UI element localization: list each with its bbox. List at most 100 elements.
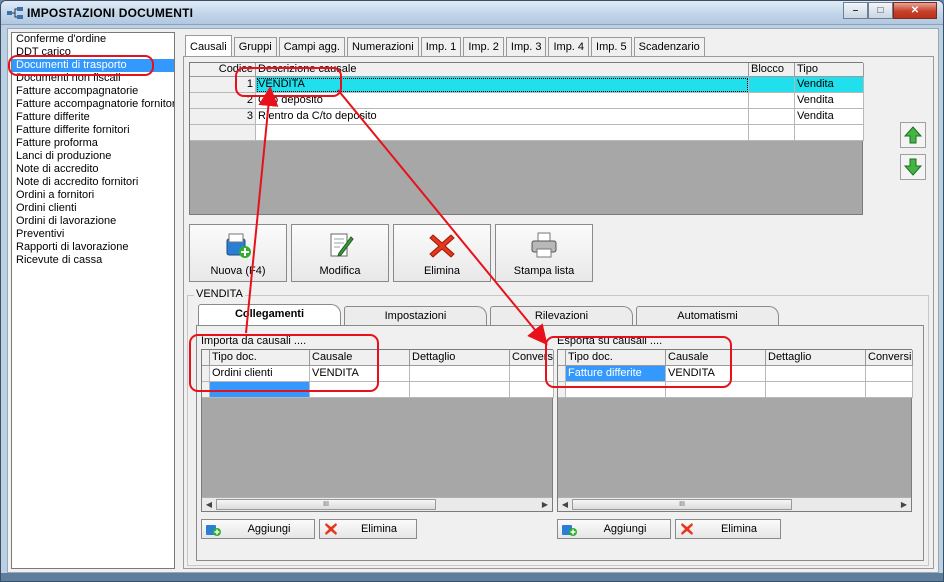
add-icon xyxy=(206,525,221,536)
sidebar-item[interactable]: Fatture accompagnatorie xyxy=(12,85,174,98)
tab-imp-1[interactable]: Imp. 1 xyxy=(420,37,462,56)
column-header-tipo[interactable]: Tipo xyxy=(795,63,864,77)
tab-scadenzario[interactable]: Scadenzario xyxy=(633,37,705,56)
edit-document-icon xyxy=(330,233,354,257)
tab-imp-4[interactable]: Imp. 4 xyxy=(548,37,590,56)
causali-toolbar: Nuova (F4) Modifica Elimina Stampa lista xyxy=(189,224,597,284)
column-header-conversione[interactable]: Conversi xyxy=(866,350,913,366)
importa-elimina-button[interactable]: Elimina xyxy=(319,519,417,539)
sidebar-item[interactable]: Lanci di produzione xyxy=(12,150,174,163)
elimina-label: Elimina xyxy=(360,523,398,535)
column-header-dettaglio[interactable]: Dettaglio xyxy=(410,350,510,366)
tab-campi-agg[interactable]: Campi agg. xyxy=(278,37,345,56)
title-bar[interactable]: IMPOSTAZIONI DOCUMENTI – □ ✕ xyxy=(1,1,943,25)
cell-blocco[interactable] xyxy=(749,109,795,125)
cell-codice[interactable]: 3 xyxy=(190,109,256,125)
tab-causali[interactable]: Causali xyxy=(185,35,232,56)
scroll-left-icon[interactable]: ◀ xyxy=(558,498,572,511)
printer-icon xyxy=(531,232,557,258)
tab-impostazioni[interactable]: Impostazioni xyxy=(344,306,487,325)
sidebar-item[interactable]: Fatture accompagnatorie fornitori xyxy=(12,98,174,111)
sidebar-item[interactable]: Ordini di lavorazione xyxy=(12,215,174,228)
cell-descrizione[interactable]: Rientro da C/to deposito xyxy=(256,109,749,125)
document-type-list[interactable]: Conferme d'ordine DDT carico Documenti di … xyxy=(11,32,175,569)
tab-imp-2[interactable]: Imp. 2 xyxy=(463,37,504,56)
elimina-label: Elimina xyxy=(720,523,758,535)
annotation-box-importa xyxy=(189,334,379,392)
nuova-label: Nuova (F4) xyxy=(210,265,266,277)
tab-collegamenti[interactable]: Collegamenti xyxy=(198,304,341,325)
window-title: IMPOSTAZIONI DOCUMENTI xyxy=(27,6,194,20)
new-document-icon xyxy=(226,233,251,258)
sidebar-item[interactable]: Note di accredito xyxy=(12,163,174,176)
elimina-label: Elimina xyxy=(423,265,461,277)
sidebar-item[interactable]: Ordini clienti xyxy=(12,202,174,215)
sidebar-item[interactable]: Ricevute di cassa xyxy=(12,254,174,267)
aggiungi-label: Aggiungi xyxy=(603,523,647,535)
tab-rilevazioni[interactable]: Rilevazioni xyxy=(490,306,633,325)
cell-codice[interactable] xyxy=(190,125,256,141)
importa-horizontal-scrollbar[interactable]: ◀ III ▶ xyxy=(202,497,552,511)
cell-dettaglio[interactable] xyxy=(410,382,510,398)
annotation-box-vendita xyxy=(235,67,342,97)
sidebar-item[interactable]: Conferme d'ordine xyxy=(12,33,174,46)
tab-imp-5[interactable]: Imp. 5 xyxy=(591,37,632,56)
esporta-elimina-button[interactable]: Elimina xyxy=(675,519,781,539)
move-up-button[interactable] xyxy=(900,122,926,148)
client-area: Conferme d'ordine DDT carico Documenti di … xyxy=(7,28,939,573)
elimina-button[interactable]: Elimina xyxy=(393,224,491,282)
cell-tipo[interactable] xyxy=(795,125,864,141)
modifica-button[interactable]: Modifica xyxy=(291,224,389,282)
cell-dettaglio[interactable] xyxy=(766,382,866,398)
tab-gruppi[interactable]: Gruppi xyxy=(233,37,277,56)
scroll-thumb[interactable]: III xyxy=(572,499,792,510)
cell-blocco[interactable] xyxy=(749,77,795,93)
cell-blocco[interactable] xyxy=(749,93,795,109)
causali-panel: Codice Descrizione causale Blocco Tipo 1… xyxy=(183,56,934,569)
scroll-right-icon[interactable]: ▶ xyxy=(897,498,911,511)
close-button[interactable]: ✕ xyxy=(893,2,937,19)
tab-automatismi[interactable]: Automatismi xyxy=(636,306,779,325)
esporta-aggiungi-button[interactable]: Aggiungi xyxy=(557,519,671,539)
tab-numerazioni[interactable]: Numerazioni xyxy=(346,37,419,56)
sidebar-item[interactable]: Fatture differite fornitori xyxy=(12,124,174,137)
main-window: IMPOSTAZIONI DOCUMENTI – □ ✕ Conferme d'… xyxy=(0,0,944,582)
minimize-button[interactable]: – xyxy=(843,2,868,19)
arrow-up-icon xyxy=(903,126,923,144)
annotation-box-sidebar xyxy=(8,55,154,76)
sidebar-item[interactable]: Ordini a fornitori xyxy=(12,189,174,202)
scroll-right-icon[interactable]: ▶ xyxy=(538,498,552,511)
cell-conversione[interactable] xyxy=(866,382,913,398)
delete-x-icon xyxy=(429,234,455,258)
cell-dettaglio[interactable] xyxy=(410,366,510,382)
sidebar-item[interactable]: Rapporti di lavorazione xyxy=(12,241,174,254)
maximize-button[interactable]: □ xyxy=(868,2,893,19)
column-header-blocco[interactable]: Blocco xyxy=(749,63,795,77)
cell-tipo[interactable]: Vendita xyxy=(795,109,864,125)
detail-tabs: Collegamenti Impostazioni Rilevazioni Autom… xyxy=(198,304,782,326)
table-row-empty[interactable] xyxy=(190,125,864,141)
main-tabs: Causali Gruppi Campi agg. Numerazioni Imp. 1… xyxy=(185,35,707,56)
sidebar-item[interactable]: Fatture proforma xyxy=(12,137,174,150)
cell-blocco[interactable] xyxy=(749,125,795,141)
nuova-button[interactable]: Nuova (F4) xyxy=(189,224,287,282)
cell-dettaglio[interactable] xyxy=(766,366,866,382)
table-row[interactable]: 3 Rientro da C/to deposito Vendita xyxy=(190,109,864,125)
group-legend: VENDITA xyxy=(194,288,245,300)
importa-aggiungi-button[interactable]: Aggiungi xyxy=(201,519,315,539)
tab-imp-3[interactable]: Imp. 3 xyxy=(505,37,547,56)
move-down-button[interactable] xyxy=(900,154,926,180)
sidebar-item[interactable]: Note di accredito fornitori xyxy=(12,176,174,189)
cell-tipo[interactable]: Vendita xyxy=(795,77,864,93)
sidebar-item[interactable]: Fatture differite xyxy=(12,111,174,124)
cell-descrizione[interactable] xyxy=(256,125,749,141)
cell-tipo[interactable]: Vendita xyxy=(795,93,864,109)
scroll-left-icon[interactable]: ◀ xyxy=(202,498,216,511)
esporta-horizontal-scrollbar[interactable]: ◀ III ▶ xyxy=(558,497,911,511)
scroll-thumb[interactable]: III xyxy=(216,499,436,510)
add-icon xyxy=(562,525,577,536)
sidebar-item[interactable]: Preventivi xyxy=(12,228,174,241)
column-header-dettaglio[interactable]: Dettaglio xyxy=(766,350,866,366)
cell-conversione[interactable] xyxy=(866,366,913,382)
stampa-lista-button[interactable]: Stampa lista xyxy=(495,224,593,282)
